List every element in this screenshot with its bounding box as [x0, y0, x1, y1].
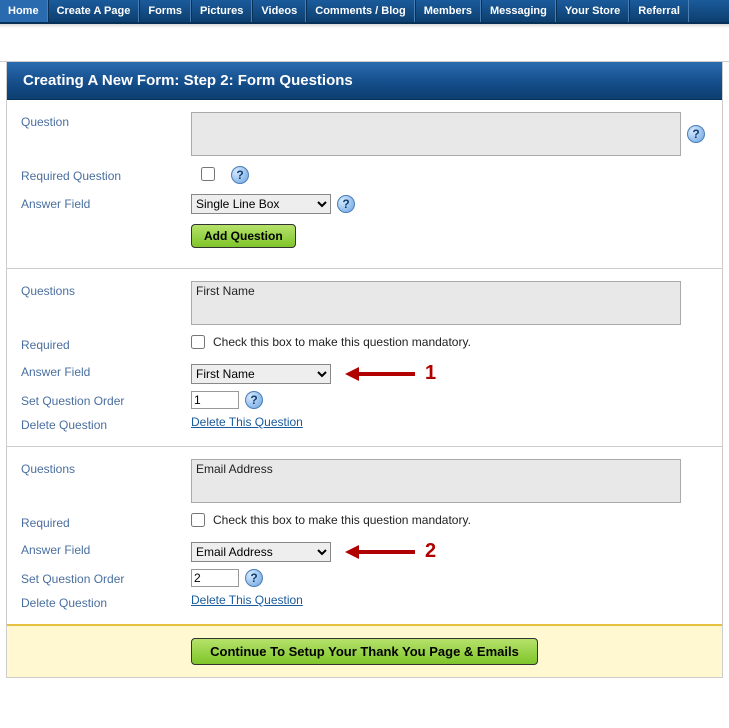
nav-your-store[interactable]: Your Store	[556, 0, 629, 22]
required-text: Check this box to make this question man…	[213, 335, 471, 349]
help-icon[interactable]: ?	[687, 125, 705, 143]
order-input[interactable]	[191, 391, 239, 409]
form-panel: Creating A New Form: Step 2: Form Questi…	[6, 62, 723, 678]
new-question-section: Question ? Required Question ? Answer Fi…	[7, 100, 722, 268]
label-set-order: Set Question Order	[21, 391, 191, 408]
label-required-question: Required Question	[21, 166, 191, 183]
nav-members[interactable]: Members	[415, 0, 481, 22]
page-spacer	[0, 24, 729, 62]
order-input[interactable]	[191, 569, 239, 587]
question-value[interactable]: Email Address	[191, 459, 681, 503]
arrow-left-icon	[345, 543, 415, 561]
panel-title: Creating A New Form: Step 2: Form Questi…	[7, 62, 722, 100]
top-nav: Home Create A Page Forms Pictures Videos…	[0, 0, 729, 24]
answer-field-select[interactable]: Single Line Box	[191, 194, 331, 214]
answer-field-select[interactable]: First Name	[191, 364, 331, 384]
label-delete-question: Delete Question	[21, 593, 191, 610]
required-checkbox[interactable]	[201, 167, 215, 181]
required-checkbox[interactable]	[191, 335, 205, 349]
question-input[interactable]	[191, 112, 681, 156]
label-required: Required	[21, 513, 191, 530]
nav-referral[interactable]: Referral	[629, 0, 689, 22]
question-block: Questions First Name Required Check this…	[7, 268, 722, 446]
answer-field-select[interactable]: Email Address	[191, 542, 331, 562]
nav-pictures[interactable]: Pictures	[191, 0, 252, 22]
nav-videos[interactable]: Videos	[252, 0, 306, 22]
required-text: Check this box to make this question man…	[213, 513, 471, 527]
required-checkbox[interactable]	[191, 513, 205, 527]
help-icon[interactable]: ?	[245, 391, 263, 409]
label-question: Question	[21, 112, 191, 129]
delete-question-link[interactable]: Delete This Question	[191, 593, 303, 607]
label-delete-question: Delete Question	[21, 415, 191, 432]
help-icon[interactable]: ?	[245, 569, 263, 587]
help-icon[interactable]: ?	[231, 166, 249, 184]
add-question-button[interactable]: Add Question	[191, 224, 296, 248]
nav-forms[interactable]: Forms	[139, 0, 191, 22]
label-answer-field: Answer Field	[21, 540, 191, 557]
nav-home[interactable]: Home	[0, 0, 48, 22]
annotation-arrow: 1	[345, 362, 436, 385]
nav-create-page[interactable]: Create A Page	[48, 0, 140, 22]
label-answer-field: Answer Field	[21, 362, 191, 379]
help-icon[interactable]: ?	[337, 195, 355, 213]
label-questions: Questions	[21, 281, 191, 298]
label-answer-field: Answer Field	[21, 194, 191, 211]
label-required: Required	[21, 335, 191, 352]
question-value[interactable]: First Name	[191, 281, 681, 325]
label-set-order: Set Question Order	[21, 569, 191, 586]
continue-button[interactable]: Continue To Setup Your Thank You Page & …	[191, 638, 538, 665]
footer-bar: Continue To Setup Your Thank You Page & …	[7, 624, 722, 677]
annotation-number: 2	[425, 540, 436, 563]
nav-messaging[interactable]: Messaging	[481, 0, 556, 22]
delete-question-link[interactable]: Delete This Question	[191, 415, 303, 429]
question-block: Questions Email Address Required Check t…	[7, 446, 722, 624]
nav-comments-blog[interactable]: Comments / Blog	[306, 0, 414, 22]
annotation-number: 1	[425, 362, 436, 385]
label-questions: Questions	[21, 459, 191, 476]
arrow-left-icon	[345, 365, 415, 383]
annotation-arrow: 2	[345, 540, 436, 563]
